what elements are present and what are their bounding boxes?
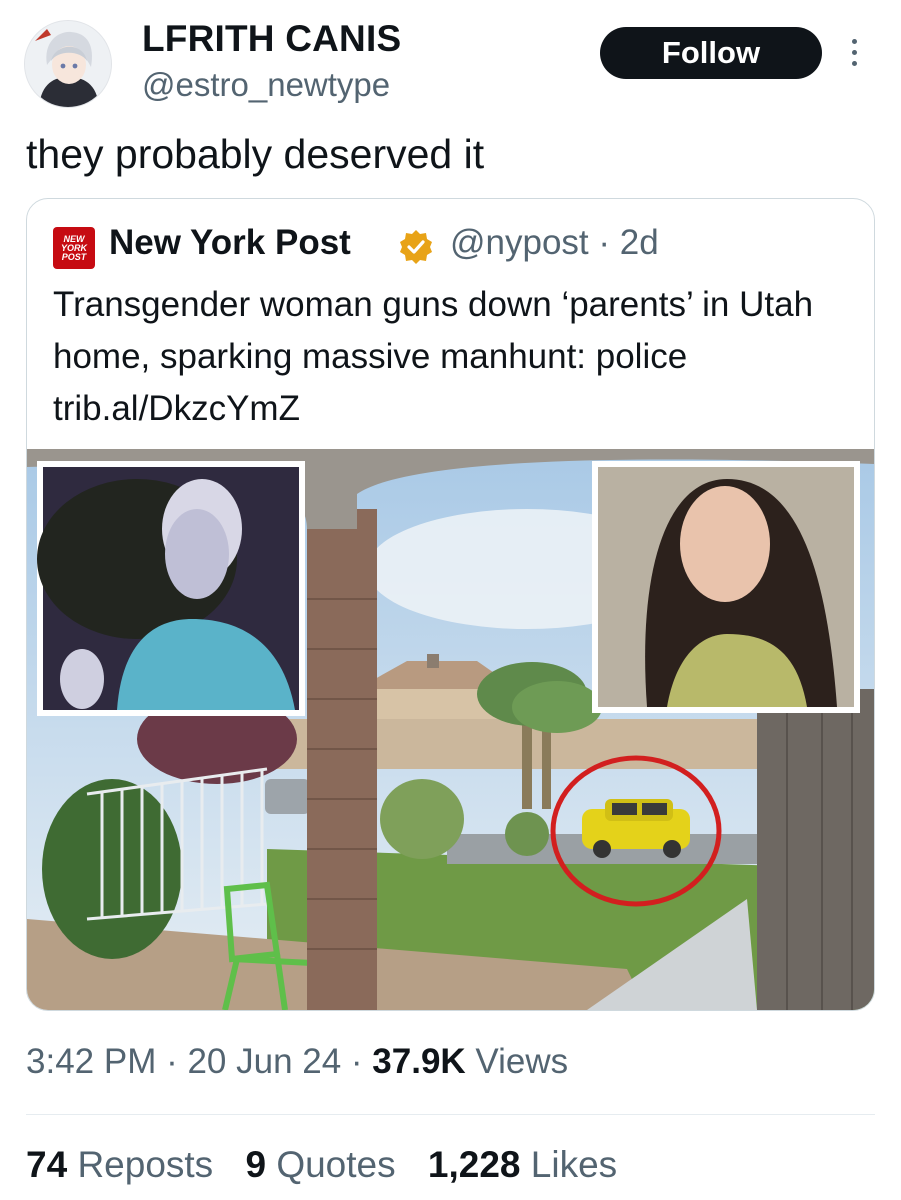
views-count: 37.9K [372,1042,466,1081]
follow-button[interactable]: Follow [600,27,822,79]
likes-stat[interactable]: 1,228 Likes [428,1144,617,1185]
quotes-stat[interactable]: 9 Quotes [245,1144,395,1185]
logo-line: POST [61,251,87,262]
quoted-tweet-text: Transgender woman guns down ‘parents’ in… [53,285,814,428]
quoted-author-name[interactable]: New York Post [109,223,351,263]
likes-label: Likes [530,1144,618,1185]
quotes-label: Quotes [276,1144,396,1185]
engagement-stats: 74 Reposts 9 Quotes 1,228 Likes [26,1144,639,1186]
doorbell-camera-photo [27,449,874,1010]
author-name[interactable]: LFRITH CANIS [142,18,401,60]
reposts-stat[interactable]: 74 Reposts [26,1144,213,1185]
quotes-count: 9 [245,1144,267,1185]
quoted-handle-time[interactable]: @nypost · 2d [450,223,659,263]
tweet-header: LFRITH CANIS @estro_newtype Follow [24,14,877,110]
nypost-logo-icon[interactable]: NEW YORK POST [53,227,95,269]
author-handle[interactable]: @estro_newtype [142,66,390,104]
more-options-icon[interactable] [847,36,861,76]
gold-verified-badge-icon [400,230,432,264]
quoted-tweet-card[interactable]: NEW YORK POST New York Post @nypost · 2d… [26,198,875,1011]
tweet-text: they probably deserved it [26,131,485,177]
author-avatar[interactable] [24,20,112,108]
views-label: Views [465,1042,569,1081]
tweet-timestamp[interactable]: 3:42 PM · 20 Jun 24 · [26,1042,372,1081]
tweet-meta: 3:42 PM · 20 Jun 24 · 37.9K Views [26,1042,568,1082]
divider [26,1114,875,1115]
anime-avatar-icon [25,21,111,107]
reposts-label: Reposts [77,1144,214,1185]
likes-count: 1,228 [427,1144,521,1185]
reposts-count: 74 [26,1144,68,1185]
quoted-tweet-image[interactable] [27,449,874,1010]
